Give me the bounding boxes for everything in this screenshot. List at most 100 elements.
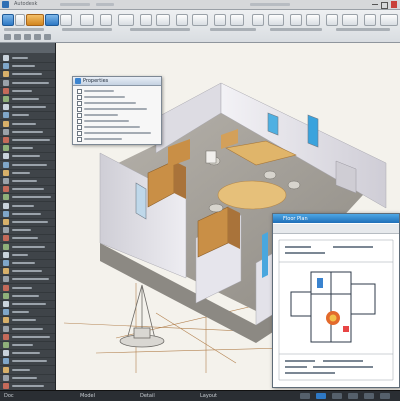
quick-access-bar[interactable] [60, 3, 90, 6]
layer-icon [3, 137, 9, 143]
ribbon-tool-icon[interactable] [4, 34, 11, 40]
ribbon-tool-icon[interactable] [140, 14, 152, 26]
ribbon-tool-icon[interactable] [290, 14, 302, 26]
ribbon-tool-icon[interactable] [230, 14, 244, 26]
layer-label [12, 245, 45, 248]
chair [263, 170, 277, 180]
dialog-checkbox[interactable] [77, 119, 82, 124]
floor-plan-toolbar[interactable] [273, 224, 399, 234]
status-button-icon[interactable] [348, 393, 358, 399]
layer-icon [3, 79, 9, 86]
status-item[interactable]: Detail [140, 393, 155, 399]
ribbon-tool-icon[interactable] [326, 14, 338, 26]
layer-icon [3, 104, 9, 111]
dialog-field[interactable] [84, 120, 129, 122]
dialog-checkbox[interactable] [77, 89, 82, 94]
window [135, 182, 147, 220]
ribbon-tool-icon[interactable] [24, 34, 31, 40]
search-box[interactable] [250, 3, 290, 6]
dialog-icon [75, 78, 81, 84]
ribbon-tool-icon[interactable] [252, 14, 264, 26]
status-item[interactable]: Doc [4, 393, 14, 399]
layer-label [12, 311, 29, 314]
ribbon-tool-icon[interactable] [45, 14, 59, 26]
ribbon-tool-icon[interactable] [118, 14, 134, 26]
ribbon-tool-icon[interactable] [342, 14, 358, 26]
layer-label [12, 294, 39, 297]
dialog-checkbox[interactable] [77, 131, 82, 136]
dialog-checkbox[interactable] [77, 137, 82, 142]
ribbon-tool-icon[interactable] [364, 14, 376, 26]
layer-label [12, 286, 32, 289]
ribbon-tool-icon[interactable] [15, 14, 25, 26]
layer-label [12, 139, 50, 141]
ribbon-tool-icon[interactable] [306, 14, 320, 26]
ribbon-tool-icon[interactable] [2, 14, 14, 26]
layer-icon [3, 120, 9, 127]
ribbon-tool-icon[interactable] [60, 14, 72, 26]
layer-label [12, 368, 30, 371]
floor-plan-window[interactable]: Floor Plan [272, 213, 400, 388]
ribbon-tool-icon[interactable] [26, 14, 44, 26]
window-controls-icon[interactable] [372, 1, 398, 9]
status-button-icon[interactable] [380, 393, 390, 399]
ribbon-tool-icon[interactable] [44, 34, 51, 40]
ribbon-group-label [270, 28, 322, 31]
dialog-checkbox[interactable] [77, 95, 82, 100]
dialog-field[interactable] [84, 108, 147, 110]
ribbon-tool-icon[interactable] [268, 14, 284, 26]
dialog-field[interactable] [84, 126, 140, 128]
layer-icon [3, 358, 9, 365]
status-button-icon[interactable] [316, 393, 326, 399]
dialog-titlebar[interactable]: Properties [73, 77, 161, 86]
properties-dialog[interactable]: Properties [72, 76, 162, 145]
dialog-field[interactable] [84, 96, 125, 98]
layer-label [12, 270, 42, 273]
dialog-checkbox[interactable] [77, 107, 82, 112]
layer-label [12, 229, 31, 232]
ribbon-tool-icon[interactable] [156, 14, 170, 26]
chair [208, 203, 224, 213]
layer-icon [3, 342, 9, 348]
ribbon-tool-icon[interactable] [192, 14, 208, 26]
chair [287, 180, 301, 190]
quick-access-bar[interactable] [96, 3, 114, 6]
status-button-icon[interactable] [300, 393, 310, 399]
layer-icon [3, 325, 9, 332]
crane-sketch [119, 284, 165, 348]
window [262, 232, 268, 278]
dialog-field[interactable] [84, 132, 151, 134]
status-item[interactable]: Model [80, 393, 95, 399]
ribbon-tool-icon[interactable] [14, 34, 21, 40]
ribbon-tool-icon[interactable] [214, 14, 226, 26]
dialog-field[interactable] [84, 114, 118, 116]
layer-label [12, 212, 41, 215]
layer-label [12, 278, 49, 281]
dialog-title: Properties [83, 78, 109, 84]
ribbon-tool-icon[interactable] [80, 14, 94, 26]
ribbon-group-label [4, 28, 44, 31]
layer-label [12, 180, 37, 182]
ribbon-toolbar [0, 10, 400, 43]
floor-plan-titlebar[interactable]: Floor Plan [273, 214, 399, 223]
layer-label [12, 253, 28, 256]
ribbon-tool-icon[interactable] [176, 14, 188, 26]
dialog-field[interactable] [84, 138, 122, 140]
ribbon-tool-icon[interactable] [100, 14, 112, 26]
dialog-field[interactable] [84, 102, 136, 104]
layer-icon [3, 169, 9, 176]
dialog-checkbox[interactable] [77, 125, 82, 130]
drawing-icon[interactable] [273, 234, 399, 386]
ribbon-tool-icon[interactable] [380, 14, 398, 26]
dialog-field[interactable] [84, 90, 114, 92]
dialog-checkbox[interactable] [77, 113, 82, 118]
status-button-icon[interactable] [332, 393, 342, 399]
layer-icon [3, 309, 9, 316]
status-button-icon[interactable] [364, 393, 374, 399]
dialog-checkbox[interactable] [77, 101, 82, 106]
layer-label [12, 81, 49, 84]
app-logo-icon[interactable] [2, 1, 9, 8]
ribbon-tool-icon[interactable] [34, 34, 41, 40]
layer-label [12, 262, 35, 264]
status-item[interactable]: Layout [200, 393, 217, 399]
